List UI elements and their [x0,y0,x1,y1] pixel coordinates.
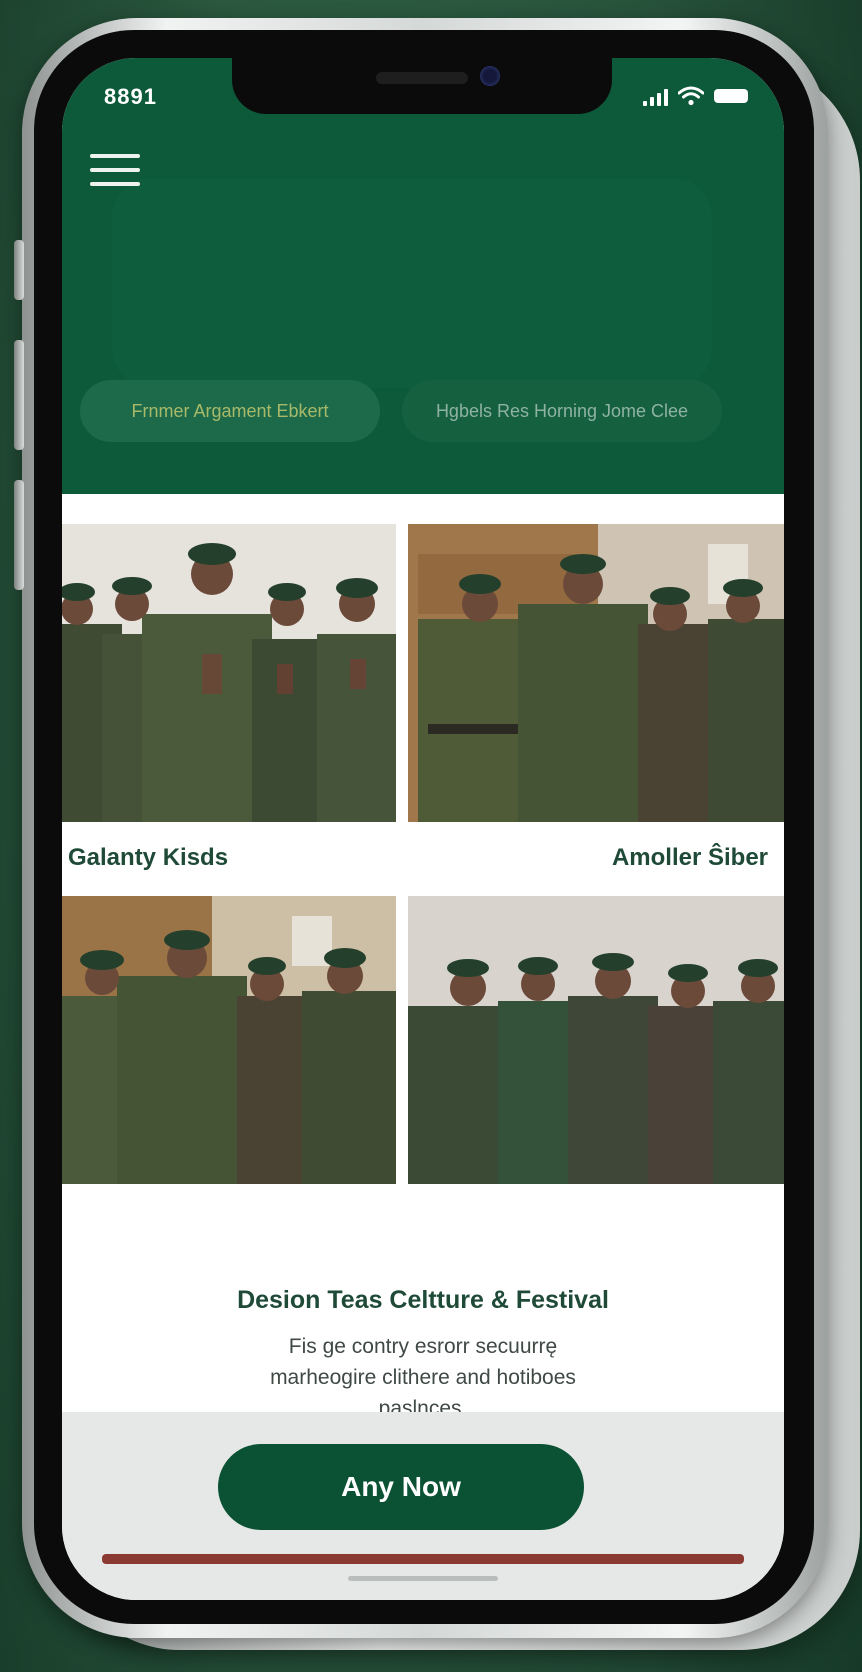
header-panel [112,178,712,388]
status-time: 8891 [104,84,157,109]
any-now-button[interactable]: Any Now [218,1444,584,1530]
signal-icon [643,86,668,106]
feature-title: Desion Teas Celtture & Festival [237,1286,609,1314]
gallery-caption-right: Amoller Ŝiber [611,844,768,871]
feature-description: Fis ge contry esrorr secuurrę marheogire… [270,1335,576,1420]
speaker-grille [376,72,468,84]
side-button-volume-down [14,480,24,590]
gallery-photo-2[interactable] [408,524,784,822]
home-indicator[interactable] [348,1576,498,1581]
screen: 8891 Frnmer Argament Ebkert Hgbels Res H… [62,58,784,1600]
photo-2-image [408,524,784,822]
gallery-photo-3[interactable] [62,896,396,1184]
gallery-caption-left: Galanty Kisds [68,844,229,871]
battery-icon [714,89,748,103]
front-camera [480,66,500,86]
notch [232,58,612,114]
photo-1-image [62,524,396,822]
wifi-icon [678,86,704,106]
photo-4-image [408,896,784,1184]
gallery-photo-4[interactable] [408,896,784,1184]
gallery-photo-1[interactable] [62,524,396,822]
status-icons [643,82,748,106]
bottom-accent-bar [102,1554,744,1564]
hamburger-menu-icon[interactable] [90,154,140,190]
side-button-volume-up [14,340,24,450]
category-chip-2[interactable]: Hgbels Res Horning Jome Clee [402,380,722,442]
photo-3-image [62,896,396,1184]
category-chip-1[interactable]: Frnmer Argament Ebkert [80,380,380,442]
side-button-mute [14,240,24,300]
